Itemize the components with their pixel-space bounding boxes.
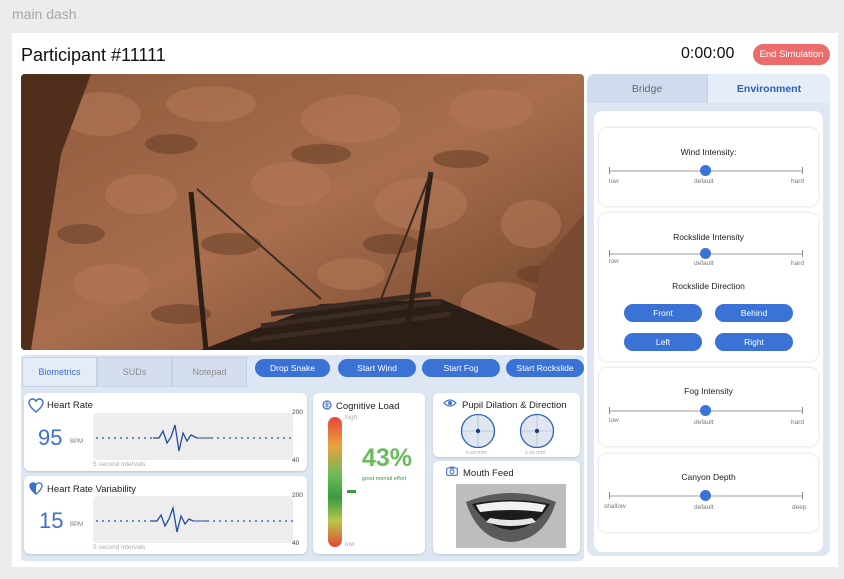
heart-outline-icon — [28, 398, 44, 413]
start-rockslide-button[interactable]: Start Rockslide — [506, 359, 584, 377]
canyon-depth-card: Canyon Depth shallow default deep — [599, 454, 818, 532]
direction-front-button[interactable]: Front — [624, 304, 702, 322]
cognitive-high-label: high — [345, 414, 358, 421]
right-pupil-label: x.xx mm — [525, 450, 546, 456]
hrv-value: 15 — [39, 508, 64, 533]
heart-rate-chart — [93, 413, 293, 460]
hrv-waveform — [96, 505, 293, 533]
pupil-card: Pupil Dilation & Direction x.xx mm x.xx … — [433, 393, 580, 457]
dashboard-frame: Participant #11111 0:00:00 End Simulatio… — [12, 33, 838, 567]
camera-icon — [446, 466, 458, 476]
heart-rate-card: Heart Rate 95 BPM 200 40 5 second interv… — [24, 393, 307, 471]
heart-rate-caption: 5 second intervals — [93, 461, 146, 468]
depth-max-label: deep — [792, 504, 807, 511]
heart-rate-value: 95 — [38, 425, 63, 450]
canyon-scene-image — [21, 74, 584, 350]
heart-rate-title: Heart Rate — [47, 400, 93, 411]
fog-intensity-title: Fog Intensity — [684, 386, 733, 396]
rockslide-max-label: hard — [791, 260, 805, 267]
brain-icon — [322, 400, 332, 410]
direction-left-button[interactable]: Left — [624, 333, 702, 351]
mouth-feed-title: Mouth Feed — [463, 468, 514, 479]
hrv-chart — [93, 496, 293, 543]
fog-max-label: hard — [791, 419, 805, 426]
tab-environment[interactable]: Environment — [707, 74, 830, 103]
end-simulation-button[interactable]: End Simulation — [753, 44, 830, 65]
control-panel: Bridge Environment Wind Intensity: low d… — [587, 74, 830, 556]
hrv-card: Heart Rate Variability 15 BPM 200 40 5 s… — [24, 476, 307, 554]
start-wind-button[interactable]: Start Wind — [338, 359, 416, 377]
participant-title: Participant #11111 — [21, 45, 166, 65]
rockslide-intensity-slider[interactable] — [609, 248, 803, 259]
rockslide-min-label: low — [609, 258, 619, 265]
cognitive-load-gauge — [328, 417, 342, 547]
canyon-depth-handle[interactable] — [700, 490, 711, 501]
wind-mid-label: default — [694, 178, 714, 185]
hrv-scale-min: 40 — [292, 540, 300, 547]
vr-video-feed — [21, 74, 584, 350]
heart-rate-unit: BPM — [70, 439, 84, 445]
hrv-scale-max: 200 — [292, 492, 303, 499]
cognitive-load-title: Cognitive Load — [336, 401, 400, 412]
bottom-tabs: Biometrics SUDs Notepad — [22, 357, 247, 387]
rockslide-direction-title: Rockslide Direction — [672, 281, 745, 291]
hrv-caption: 5 second intervals — [93, 544, 146, 551]
canyon-depth-slider[interactable] — [609, 490, 803, 501]
tab-bridge[interactable]: Bridge — [587, 74, 707, 103]
canyon-depth-title: Canyon Depth — [681, 472, 736, 482]
fog-intensity-handle[interactable] — [700, 405, 711, 416]
wind-intensity-slider[interactable] — [609, 165, 803, 176]
tab-notepad[interactable]: Notepad — [172, 357, 247, 387]
pupil-title: Pupil Dilation & Direction — [462, 400, 567, 411]
cognitive-load-caption: good mental effort — [362, 476, 407, 482]
depth-min-label: shallow — [604, 503, 626, 510]
wind-min-label: low — [609, 178, 619, 185]
mouth-feed-image — [456, 484, 566, 548]
tab-suds[interactable]: SUDs — [97, 357, 172, 387]
cognitive-load-card: Cognitive Load high low 43% good mental … — [313, 393, 425, 554]
left-pupil-indicator — [460, 413, 496, 449]
hrv-unit: BPM — [70, 522, 84, 528]
heart-rate-waveform — [96, 424, 293, 452]
wind-max-label: hard — [791, 178, 805, 185]
fog-intensity-card: Fog Intensity low default hard — [599, 368, 818, 446]
depth-mid-label: default — [694, 504, 714, 511]
direction-right-button[interactable]: Right — [715, 333, 793, 351]
page-label: main dash — [12, 6, 77, 22]
wind-intensity-handle[interactable] — [700, 165, 711, 176]
session-timer: 0:00:00 — [681, 45, 735, 62]
rockslide-card: Rockslide Intensity low default hard Roc… — [599, 213, 818, 361]
right-pupil-indicator — [519, 413, 555, 449]
drop-snake-button[interactable]: Drop Snake — [255, 359, 330, 377]
environment-settings: Wind Intensity: low default hard Rocksli… — [594, 111, 823, 552]
wind-intensity-card: Wind Intensity: low default hard — [599, 128, 818, 206]
left-pupil-label: x.xx mm — [466, 450, 487, 456]
eye-icon — [443, 399, 457, 407]
rockslide-mid-label: default — [694, 260, 714, 267]
cognitive-load-value: 43% — [362, 444, 413, 472]
wind-intensity-title: Wind Intensity: — [680, 147, 737, 157]
biometrics-panel: Biometrics SUDs Notepad Drop Snake Start… — [21, 355, 584, 561]
rockslide-intensity-handle[interactable] — [700, 248, 711, 259]
direction-behind-button[interactable]: Behind — [715, 304, 793, 322]
mouth-feed-card: Mouth Feed — [433, 461, 580, 554]
cognitive-low-label: low — [345, 541, 355, 548]
heart-rate-scale-min: 40 — [292, 457, 300, 464]
fog-intensity-slider[interactable] — [609, 405, 803, 416]
start-fog-button[interactable]: Start Fog — [422, 359, 500, 377]
fog-min-label: low — [609, 417, 619, 424]
cognitive-load-marker — [347, 490, 356, 493]
heart-half-icon — [29, 482, 43, 495]
fog-mid-label: default — [694, 419, 714, 426]
hrv-title: Heart Rate Variability — [47, 484, 137, 495]
tab-biometrics[interactable]: Biometrics — [22, 357, 97, 387]
heart-rate-scale-max: 200 — [292, 409, 303, 416]
rockslide-intensity-title: Rockslide Intensity — [673, 232, 744, 242]
